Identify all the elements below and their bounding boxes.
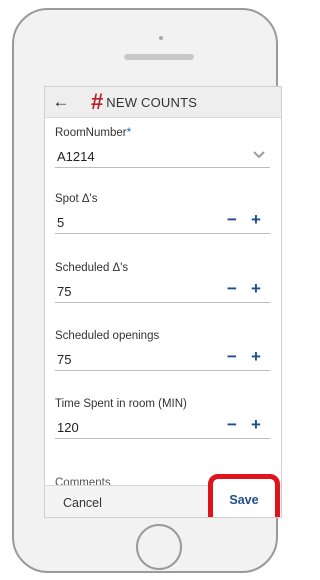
chevron-down-icon[interactable] xyxy=(252,147,266,161)
hash-logo-icon: # xyxy=(91,89,104,114)
home-button[interactable] xyxy=(136,524,182,570)
room-number-select[interactable]: A1214 xyxy=(55,143,270,168)
scheduled-label: Scheduled Δ's xyxy=(55,262,129,274)
room-number-label: RoomNumber* xyxy=(55,127,132,139)
scheduled-value: 75 xyxy=(57,284,72,299)
page-title: NEW COUNTS xyxy=(106,94,198,110)
time-spent-label: Time Spent in room (MIN) xyxy=(55,398,187,410)
scheduled-increment-button[interactable]: + xyxy=(248,280,264,298)
cancel-button[interactable]: Cancel xyxy=(63,496,102,510)
time-spent-decrement-button[interactable]: − xyxy=(224,416,240,434)
back-arrow-icon[interactable]: ← xyxy=(47,92,75,112)
time-spent-increment-button[interactable]: + xyxy=(248,416,264,434)
spot-label: Spot Δ's xyxy=(55,193,98,205)
scheduled-openings-increment-button[interactable]: + xyxy=(248,348,264,366)
time-spent-value: 120 xyxy=(57,420,79,435)
scheduled-openings-label: Scheduled openings xyxy=(55,330,160,342)
scheduled-openings-decrement-button[interactable]: − xyxy=(224,348,240,366)
scheduled-field: Scheduled Δ's 75 − + xyxy=(55,262,270,303)
action-footer: Cancel Save xyxy=(45,474,281,517)
phone-frame: ← # NEW COUNTS RoomNumber* A1214 Spot Δ'… xyxy=(12,8,282,573)
save-button[interactable]: Save xyxy=(208,474,280,517)
spot-field: Spot Δ's 5 − + xyxy=(55,193,270,234)
required-marker: * xyxy=(126,127,132,139)
scheduled-input[interactable]: 75 − + xyxy=(55,278,270,303)
room-number-field: RoomNumber* A1214 xyxy=(55,127,270,168)
app-screen: ← # NEW COUNTS RoomNumber* A1214 Spot Δ'… xyxy=(44,86,282,518)
scheduled-openings-input[interactable]: 75 − + xyxy=(55,346,270,371)
camera-dot xyxy=(159,36,163,40)
room-number-value: A1214 xyxy=(57,149,95,164)
save-button-label: Save xyxy=(229,493,259,507)
spot-value: 5 xyxy=(57,215,65,230)
time-spent-field: Time Spent in room (MIN) 120 − + xyxy=(55,398,270,439)
speaker-grille xyxy=(124,54,194,60)
time-spent-input[interactable]: 120 − + xyxy=(55,414,270,439)
scheduled-openings-field: Scheduled openings 75 − + xyxy=(55,330,270,371)
scheduled-decrement-button[interactable]: − xyxy=(224,280,240,298)
scheduled-openings-value: 75 xyxy=(57,352,72,367)
spot-decrement-button[interactable]: − xyxy=(224,211,240,229)
spot-increment-button[interactable]: + xyxy=(248,211,264,229)
app-header: ← # NEW COUNTS xyxy=(45,87,281,118)
spot-input[interactable]: 5 − + xyxy=(55,209,270,234)
